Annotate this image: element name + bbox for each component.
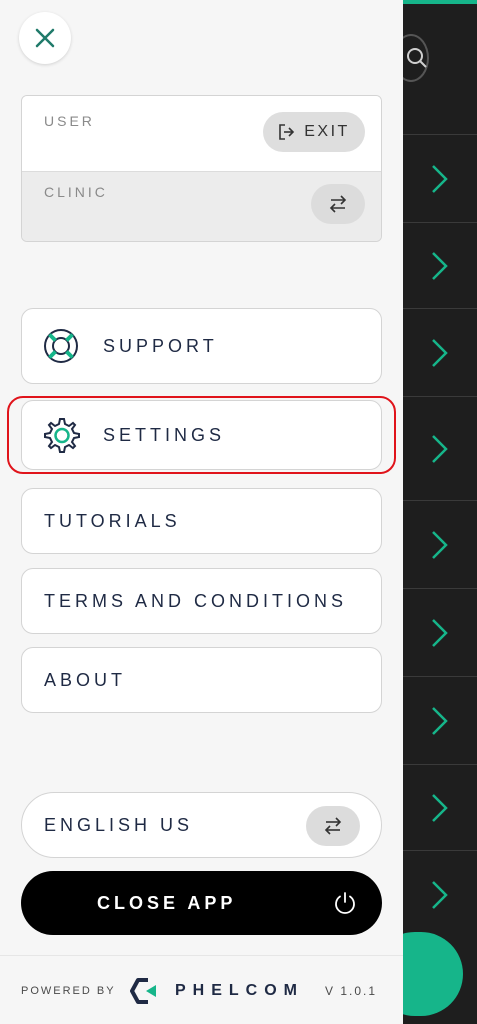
swap-icon [324,817,342,835]
menu-item-label: SUPPORT [103,335,218,356]
menu-item-about[interactable]: ABOUT [21,647,382,713]
search-button[interactable] [403,34,429,82]
swap-icon [329,195,347,213]
exit-icon [279,124,295,140]
close-app-button[interactable]: CLOSE APP [21,871,382,935]
close-icon [35,28,55,48]
list-item[interactable] [403,396,477,500]
search-icon [407,48,427,68]
footer: POWERED BY PHELCOM V 1.0.1 [0,955,403,1024]
menu-item-label: SETTINGS [103,424,226,445]
list-item[interactable] [403,134,477,222]
side-drawer: USER EXIT CLINIC SUPPORT SETTINGS TUTORI… [0,0,403,1024]
gear-icon [44,418,80,453]
menu-item-label: TERMS AND CONDITIONS [44,590,348,611]
chevron-right-icon [432,252,448,280]
chevron-right-icon [432,881,448,909]
powered-by-label: POWERED BY [21,985,116,997]
switch-clinic-button[interactable] [311,184,365,224]
chevron-right-icon [432,619,448,647]
list-item[interactable] [403,850,477,938]
user-label: USER [44,113,95,129]
list-item[interactable] [403,222,477,308]
floating-action-button[interactable] [403,932,463,1016]
chevron-right-icon [432,794,448,822]
menu-item-label: TUTORIALS [44,510,181,531]
user-row: USER EXIT [22,96,381,172]
switch-language-button[interactable] [306,806,360,846]
list-item[interactable] [403,588,477,676]
language-label: ENGLISH US [44,815,194,835]
list-item[interactable] [403,764,477,850]
menu-item-terms[interactable]: TERMS AND CONDITIONS [21,568,382,634]
chevron-right-icon [432,339,448,367]
menu-item-tutorials[interactable]: TUTORIALS [21,488,382,554]
list-item[interactable] [403,676,477,764]
power-icon [335,892,355,914]
chevron-right-icon [432,165,448,193]
app-version: V 1.0.1 [325,984,378,998]
list-item[interactable] [403,500,477,588]
lifebuoy-icon [44,329,78,363]
background-app [403,0,477,1024]
menu-item-label: ABOUT [44,669,127,690]
chevron-right-icon [432,531,448,559]
menu-item-support[interactable]: SUPPORT [21,308,382,384]
accent-bar [403,0,477,4]
menu-item-settings[interactable]: SETTINGS [21,400,382,470]
exit-button[interactable]: EXIT [263,112,365,152]
close-drawer-button[interactable] [19,12,71,64]
clinic-row: CLINIC [22,172,381,241]
phelcom-logo-icon [130,978,156,1004]
exit-label: EXIT [304,123,350,140]
brand-name: PHELCOM [175,982,304,999]
chevron-right-icon [432,435,448,463]
language-selector[interactable]: ENGLISH US [21,792,382,858]
close-app-label: CLOSE APP [97,893,237,913]
chevron-right-icon [432,707,448,735]
clinic-label: CLINIC [44,184,108,200]
account-card: USER EXIT CLINIC [21,95,382,242]
list-item[interactable] [403,308,477,396]
